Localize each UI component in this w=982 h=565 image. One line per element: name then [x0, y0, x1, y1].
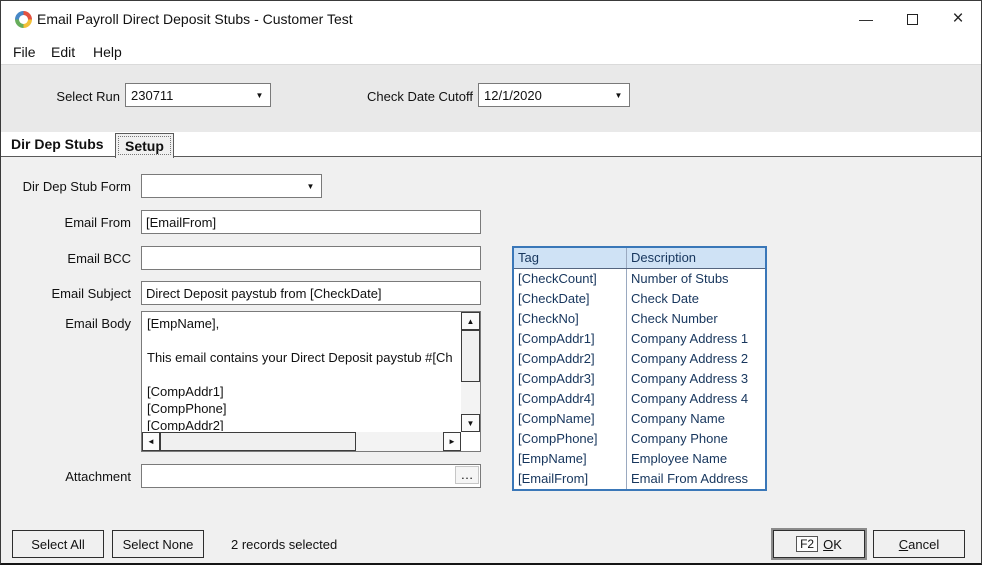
- cancel-button[interactable]: Cancel: [873, 530, 965, 558]
- menu-bar: File Edit Help: [1, 37, 981, 64]
- title-bar: Email Payroll Direct Deposit Stubs - Cus…: [1, 1, 981, 37]
- chevron-down-icon: ▼: [609, 85, 628, 105]
- stub-form-dropdown[interactable]: ▼: [141, 174, 322, 198]
- select-run-label: Select Run: [1, 89, 120, 104]
- chevron-down-icon: ▼: [250, 85, 269, 105]
- description-cell: Company Address 1: [627, 329, 765, 349]
- select-run-value: 230711: [131, 88, 173, 103]
- email-bcc-label: Email BCC: [1, 251, 131, 266]
- email-body-field[interactable]: [EmpName], This email contains your Dire…: [141, 311, 481, 452]
- records-selected-status: 2 records selected: [231, 537, 337, 552]
- table-row[interactable]: [CompAddr2]Company Address 2: [514, 349, 765, 369]
- email-from-label: Email From: [1, 215, 131, 230]
- close-icon[interactable]: ×: [935, 1, 981, 37]
- tag-cell: [CheckDate]: [514, 289, 627, 309]
- table-row[interactable]: [EmailFrom]Email From Address: [514, 469, 765, 489]
- description-cell: Company Address 4: [627, 389, 765, 409]
- vertical-scroll-thumb[interactable]: [461, 330, 480, 382]
- table-row[interactable]: [CompPhone]Company Phone: [514, 429, 765, 449]
- attachment-field[interactable]: [141, 464, 481, 488]
- ok-button[interactable]: F2 OK: [773, 530, 865, 558]
- description-column-header[interactable]: Description: [627, 248, 765, 268]
- tag-cell: [CompAddr2]: [514, 349, 627, 369]
- email-body-text: [EmpName], This email contains your Dire…: [143, 313, 460, 431]
- email-subject-field[interactable]: [141, 281, 481, 305]
- cancel-button-label: Cancel: [899, 537, 939, 552]
- tag-table: Tag Description [CheckCount]Number of St…: [512, 246, 767, 491]
- window-title: Email Payroll Direct Deposit Stubs - Cus…: [37, 11, 353, 27]
- email-from-field[interactable]: [141, 210, 481, 234]
- tag-table-header: Tag Description: [514, 248, 765, 269]
- tab-strip: Dir Dep Stubs Setup: [1, 132, 981, 157]
- description-cell: Company Address 2: [627, 349, 765, 369]
- attachment-label: Attachment: [1, 469, 131, 484]
- table-row[interactable]: [EmpName]Employee Name: [514, 449, 765, 469]
- app-window: Email Payroll Direct Deposit Stubs - Cus…: [0, 0, 982, 565]
- description-cell: Company Name: [627, 409, 765, 429]
- minimize-icon[interactable]: —: [843, 1, 889, 37]
- horizontal-scroll-thumb[interactable]: [160, 432, 356, 451]
- tab-dir-dep-stubs[interactable]: Dir Dep Stubs: [11, 136, 104, 152]
- tag-table-body: [CheckCount]Number of Stubs[CheckDate]Ch…: [514, 269, 765, 489]
- scroll-down-icon[interactable]: ▼: [461, 414, 480, 432]
- select-all-button[interactable]: Select All: [12, 530, 104, 558]
- vertical-scrollbar[interactable]: ▲ ▼: [461, 312, 480, 432]
- chevron-down-icon: ▼: [301, 176, 320, 196]
- f2-key-badge: F2: [796, 536, 818, 552]
- maximize-icon[interactable]: [889, 1, 935, 37]
- select-none-button[interactable]: Select None: [112, 530, 204, 558]
- description-cell: Check Number: [627, 309, 765, 329]
- tag-cell: [CompName]: [514, 409, 627, 429]
- select-run-dropdown[interactable]: 230711 ▼: [125, 83, 271, 107]
- table-row[interactable]: [CompAddr4]Company Address 4: [514, 389, 765, 409]
- tag-cell: [CompAddr1]: [514, 329, 627, 349]
- check-date-cutoff-label: Check Date Cutoff: [301, 89, 473, 104]
- attachment-field-wrap: …: [141, 464, 481, 488]
- tag-cell: [CompAddr3]: [514, 369, 627, 389]
- description-cell: Employee Name: [627, 449, 765, 469]
- tag-cell: [CheckNo]: [514, 309, 627, 329]
- tag-cell: [EmailFrom]: [514, 469, 627, 489]
- description-cell: Email From Address: [627, 469, 765, 489]
- browse-ellipsis-button[interactable]: …: [455, 466, 479, 484]
- check-date-cutoff-value: 12/1/2020: [484, 88, 542, 103]
- description-cell: Company Phone: [627, 429, 765, 449]
- ok-button-label: OK: [823, 537, 842, 552]
- tag-cell: [CheckCount]: [514, 269, 627, 289]
- description-cell: Number of Stubs: [627, 269, 765, 289]
- scroll-right-icon[interactable]: ►: [443, 432, 461, 451]
- email-bcc-field[interactable]: [141, 246, 481, 270]
- menu-edit[interactable]: Edit: [47, 42, 79, 62]
- scroll-up-icon[interactable]: ▲: [461, 312, 480, 330]
- tab-setup[interactable]: Setup: [115, 133, 174, 158]
- tag-cell: [CompPhone]: [514, 429, 627, 449]
- app-logo-icon: [15, 11, 32, 28]
- email-body-label: Email Body: [1, 316, 131, 331]
- menu-help[interactable]: Help: [89, 42, 126, 62]
- table-row[interactable]: [CheckNo]Check Number: [514, 309, 765, 329]
- table-row[interactable]: [CheckDate]Check Date: [514, 289, 765, 309]
- window-controls: — ×: [843, 1, 981, 37]
- ok-button-ring: F2 OK: [771, 528, 867, 560]
- check-date-cutoff-dropdown[interactable]: 12/1/2020 ▼: [478, 83, 630, 107]
- horizontal-scrollbar[interactable]: ◄ ►: [142, 432, 461, 451]
- table-row[interactable]: [CompAddr1]Company Address 1: [514, 329, 765, 349]
- tag-cell: [CompAddr4]: [514, 389, 627, 409]
- description-cell: Check Date: [627, 289, 765, 309]
- table-row[interactable]: [CompAddr3]Company Address 3: [514, 369, 765, 389]
- table-row[interactable]: [CheckCount]Number of Stubs: [514, 269, 765, 289]
- menu-file[interactable]: File: [9, 42, 40, 62]
- email-subject-label: Email Subject: [1, 286, 131, 301]
- table-row[interactable]: [CompName]Company Name: [514, 409, 765, 429]
- tag-cell: [EmpName]: [514, 449, 627, 469]
- stub-form-label: Dir Dep Stub Form: [1, 179, 131, 194]
- scroll-left-icon[interactable]: ◄: [142, 432, 160, 451]
- tag-column-header[interactable]: Tag: [514, 248, 627, 268]
- description-cell: Company Address 3: [627, 369, 765, 389]
